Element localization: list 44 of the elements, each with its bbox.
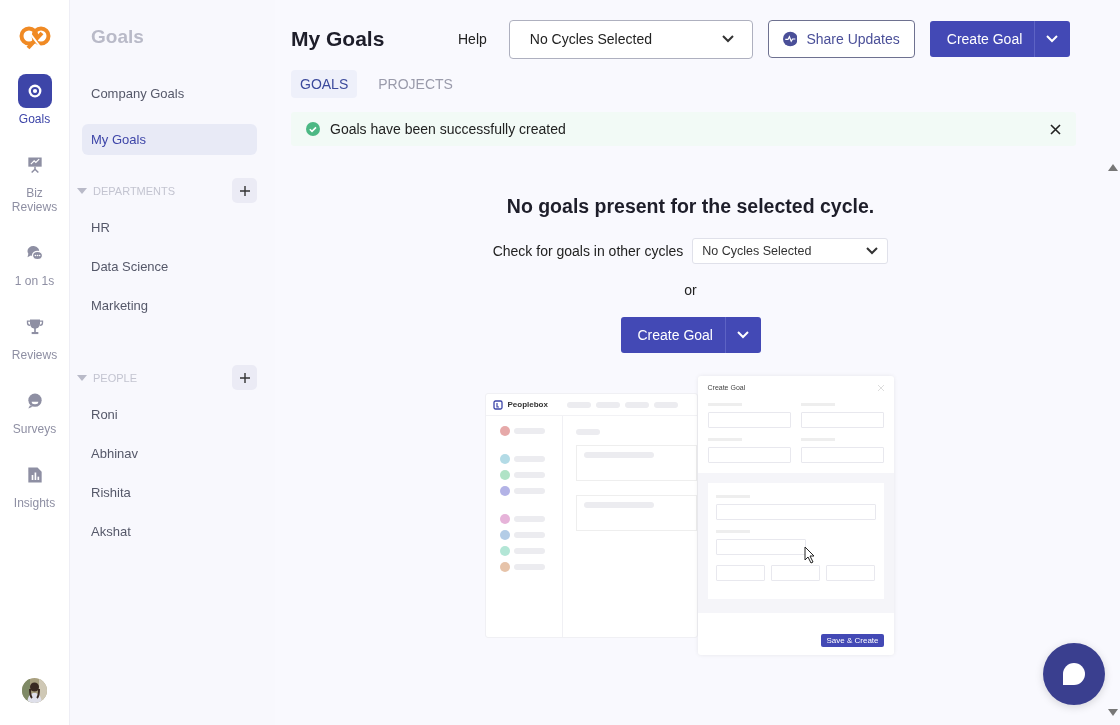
sidebar-item[interactable]: Abhinav xyxy=(82,440,257,467)
sidebar-item[interactable]: My Goals xyxy=(82,124,257,155)
save-button[interactable]: Save & Create xyxy=(821,634,884,647)
sidebar-item[interactable]: Data Science xyxy=(82,253,257,280)
nav-item[interactable]: Goals xyxy=(1,74,68,126)
add-button[interactable] xyxy=(232,178,257,203)
chevron-down-icon xyxy=(721,35,734,43)
sidebar-item[interactable]: Marketing xyxy=(82,292,257,319)
alert-message: Goals have been successfully created xyxy=(330,121,567,137)
sidebar-item[interactable]: HR xyxy=(82,214,257,241)
add-button[interactable] xyxy=(232,365,257,390)
sidebar-item[interactable]: Akshat xyxy=(82,518,257,545)
sidebar-item[interactable]: Company Goals xyxy=(82,78,257,109)
tab[interactable]: GOALS xyxy=(291,70,358,98)
close-button[interactable] xyxy=(1048,121,1063,137)
share-updates-button[interactable]: Share Updates xyxy=(767,20,915,58)
help-link[interactable]: Help xyxy=(458,31,487,47)
or-text: or xyxy=(684,282,697,298)
chevron-down-icon xyxy=(866,247,879,255)
chat-bubble-icon xyxy=(1063,663,1085,685)
chevron-down-icon xyxy=(1046,35,1059,43)
plus-icon xyxy=(239,372,250,383)
sidebar-title: Goals xyxy=(91,26,145,48)
chat-button[interactable] xyxy=(1043,643,1105,705)
brand-name: Peoplebox xyxy=(507,400,548,409)
scroll-up-icon xyxy=(1108,164,1118,171)
cycle-dropdown[interactable]: No Cycles Selected xyxy=(692,238,889,264)
pulse-icon xyxy=(782,31,798,47)
chevron-down-icon xyxy=(737,331,749,339)
prompt-text: Check for goals in other cycles xyxy=(492,243,684,259)
sidebar-item[interactable]: Rishita xyxy=(82,479,257,506)
plus-icon xyxy=(239,185,250,196)
page-title: My Goals xyxy=(291,27,386,51)
brand-logo-icon xyxy=(492,399,503,410)
cycle-dropdown[interactable]: No Cycles Selected xyxy=(508,19,753,59)
close-icon xyxy=(877,384,884,391)
empty-state-heading: No goals present for the selected cycle. xyxy=(506,195,875,218)
cursor-icon xyxy=(803,546,815,564)
input-field xyxy=(770,565,821,581)
check-circle-icon xyxy=(306,122,320,136)
trophy-icon xyxy=(24,317,45,337)
close-icon xyxy=(1050,123,1061,135)
scroll-down-icon xyxy=(1108,709,1118,716)
sidebar-item[interactable]: Roni xyxy=(82,401,257,428)
